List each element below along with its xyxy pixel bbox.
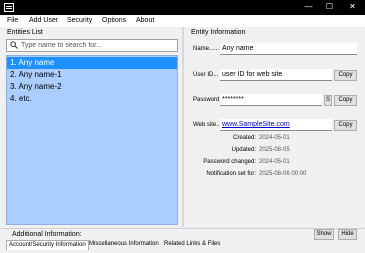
user-id-field[interactable]: user ID for web site <box>220 69 332 81</box>
close-icon[interactable]: ✕ <box>347 2 358 12</box>
additional-info-title: Additional Information: <box>12 231 82 238</box>
menu-about[interactable]: About <box>136 17 154 24</box>
created-label: Created: <box>232 135 256 141</box>
password-changed-value: 2024-05-01 <box>259 159 290 165</box>
menu-security[interactable]: Security <box>67 17 92 24</box>
copy-password-button[interactable]: Copy <box>334 95 357 106</box>
show-button[interactable]: Show <box>314 229 334 240</box>
created-value: 2024-05-01 <box>259 135 290 141</box>
list-item[interactable]: 4. etc. <box>7 93 177 105</box>
menu-options[interactable]: Options <box>102 17 126 24</box>
search-icon <box>10 41 18 49</box>
tab-related-links[interactable]: Related Links & Files <box>162 240 222 250</box>
name-label: Name...... <box>193 46 220 52</box>
updated-label: Updated: <box>231 147 256 153</box>
notification-label: Notification set for: <box>206 171 256 177</box>
website-link[interactable]: www.SampleSite.com <box>220 119 332 131</box>
list-item[interactable]: 1. Any name <box>7 57 177 69</box>
menu-add-user[interactable]: Add User <box>29 17 58 24</box>
hide-button[interactable]: Hide <box>338 229 357 240</box>
password-label: Password <box>193 97 220 103</box>
notification-value: 2025-08-06 00:00 <box>259 171 307 177</box>
tab-miscellaneous[interactable]: Miscellaneous Information <box>87 240 161 250</box>
website-label: Web site... <box>193 122 222 128</box>
list-item[interactable]: 2. Any name-1 <box>7 69 177 81</box>
copy-website-button[interactable]: Copy <box>334 120 357 131</box>
app-icon <box>4 3 14 12</box>
maximize-icon[interactable]: ☐ <box>324 2 335 12</box>
minimize-icon[interactable]: — <box>303 2 314 12</box>
menu-file[interactable]: File <box>7 17 18 24</box>
updated-value: 2025-08-05 <box>259 147 290 153</box>
window-title: SafePM -- User: Sample User <box>17 3 114 10</box>
entity-info-title: Entity Information <box>191 29 246 36</box>
tab-account-security[interactable]: Account/Security Information <box>6 240 89 250</box>
copy-user-id-button[interactable]: Copy <box>334 70 357 81</box>
name-field[interactable]: Any name <box>220 43 357 55</box>
search-input[interactable] <box>21 40 171 50</box>
password-field[interactable]: ******** <box>220 94 322 106</box>
user-id-label: User ID... <box>193 72 219 78</box>
entities-list-title: Entities List <box>7 29 43 36</box>
password-changed-label: Password changed: <box>203 159 256 165</box>
list-item[interactable]: 3. Any name-2 <box>7 81 177 93</box>
panel-splitter[interactable] <box>182 27 184 227</box>
show-password-button[interactable]: S <box>324 95 332 106</box>
